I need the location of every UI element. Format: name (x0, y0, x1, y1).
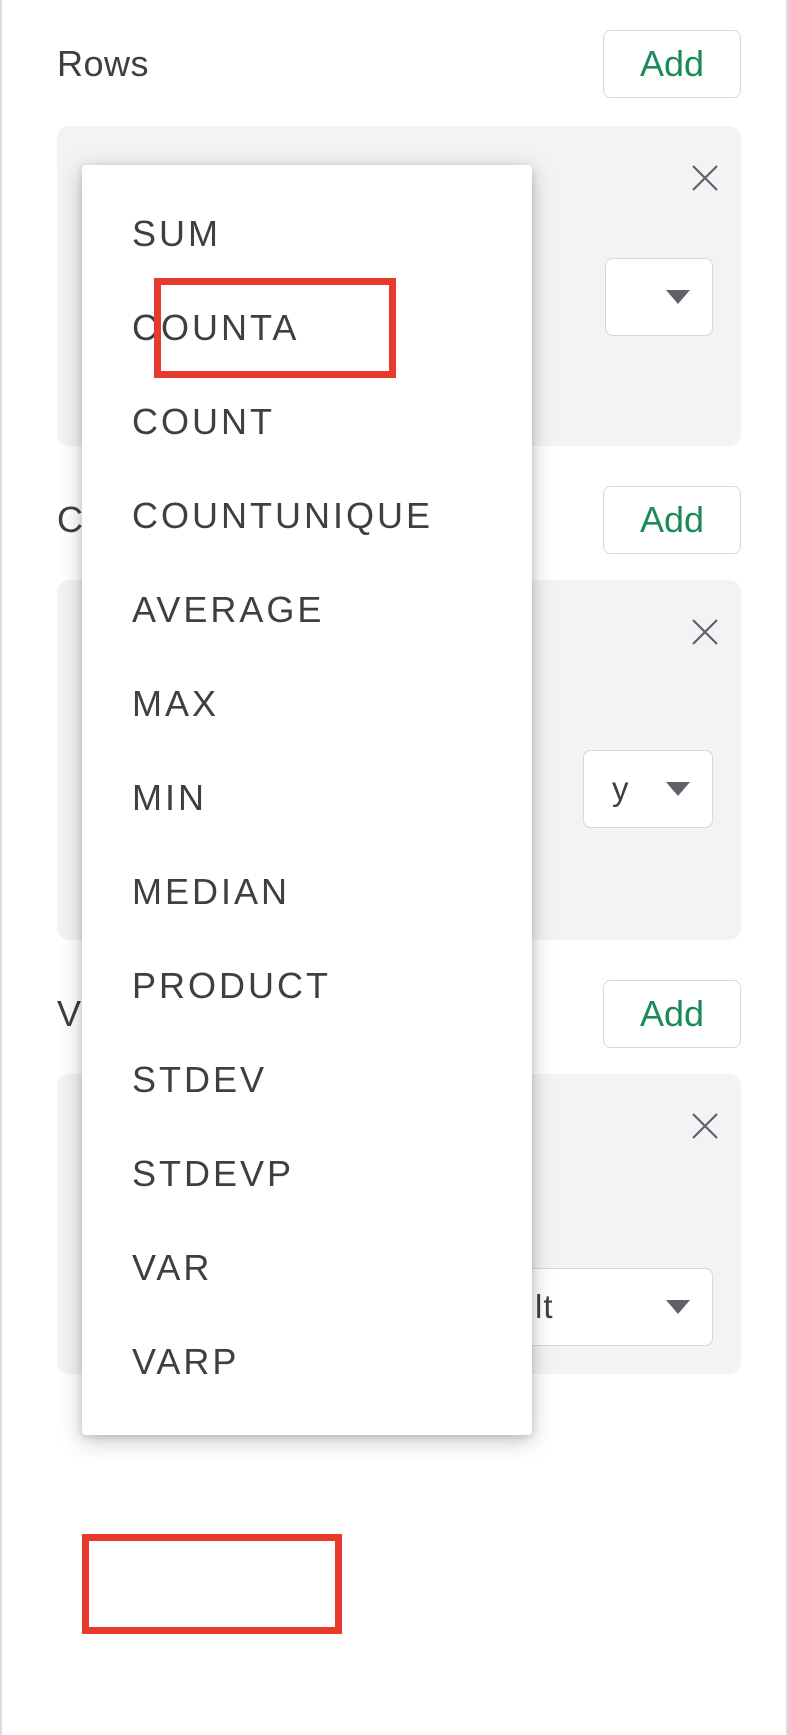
rows-section-header: Rows Add (57, 30, 741, 98)
columns-add-button[interactable]: Add (603, 486, 741, 554)
columns-sortby-select[interactable]: y (583, 750, 713, 828)
caret-down-icon (666, 782, 690, 796)
values-add-button[interactable]: Add (603, 980, 741, 1048)
dropdown-item-countunique[interactable]: COUNTUNIQUE (82, 469, 532, 563)
columns-sortby-fragment: y (612, 770, 630, 808)
rows-add-button[interactable]: Add (603, 30, 741, 98)
dropdown-item-counta[interactable]: COUNTA (82, 281, 532, 375)
dropdown-item-average[interactable]: AVERAGE (82, 563, 532, 657)
dropdown-item-median[interactable]: MEDIAN (82, 845, 532, 939)
columns-title-fragment: C (57, 499, 84, 541)
rows-field-remove-button[interactable] (677, 150, 733, 206)
dropdown-item-product[interactable]: PRODUCT (82, 939, 532, 1033)
annotation-highlight-sum-select (82, 1534, 342, 1634)
values-title-fragment: V (57, 993, 82, 1035)
dropdown-item-min[interactable]: MIN (82, 751, 532, 845)
dropdown-item-stdevp[interactable]: STDEVP (82, 1127, 532, 1221)
close-icon (690, 163, 720, 193)
summarize-function-dropdown: SUMCOUNTACOUNTCOUNTUNIQUEAVERAGEMAXMINME… (82, 165, 532, 1435)
close-icon (690, 1111, 720, 1141)
dropdown-item-max[interactable]: MAX (82, 657, 532, 751)
dropdown-item-count[interactable]: COUNT (82, 375, 532, 469)
dropdown-item-varp[interactable]: VARP (82, 1315, 532, 1409)
dropdown-item-stdev[interactable]: STDEV (82, 1033, 532, 1127)
caret-down-icon (666, 1300, 690, 1314)
columns-field-remove-button[interactable] (677, 604, 733, 660)
pivot-editor-panel: Rows Add C Add y V Add (0, 0, 788, 1735)
dropdown-item-sum[interactable]: SUM (82, 187, 532, 281)
dropdown-item-var[interactable]: VAR (82, 1221, 532, 1315)
close-icon (690, 617, 720, 647)
caret-down-icon (666, 290, 690, 304)
values-field-remove-button[interactable] (677, 1098, 733, 1154)
rows-order-select[interactable] (605, 258, 713, 336)
rows-title: Rows (57, 43, 149, 85)
